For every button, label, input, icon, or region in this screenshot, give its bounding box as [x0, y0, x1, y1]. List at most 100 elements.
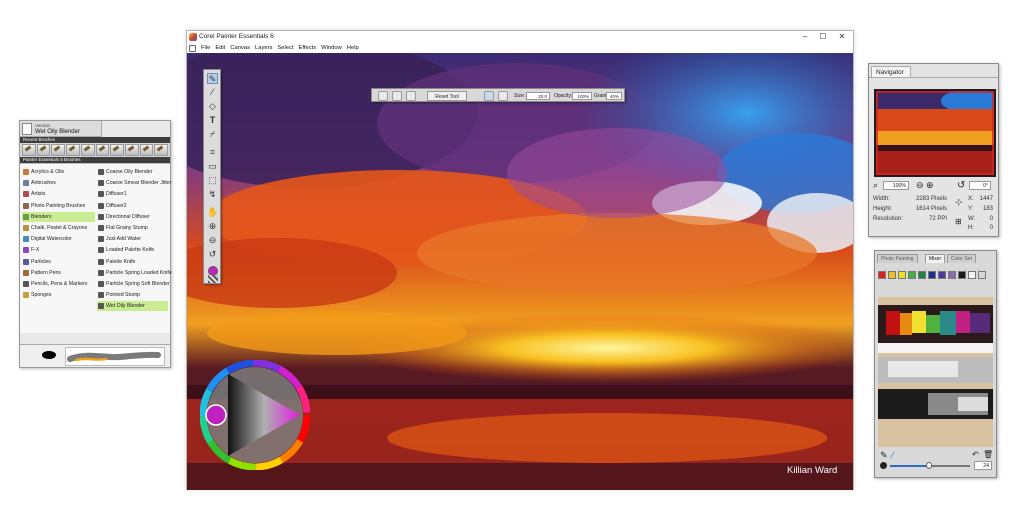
tab-color-set[interactable]: Color Set	[947, 254, 976, 263]
menu-layers[interactable]: Layers	[255, 45, 272, 51]
text-tool-icon[interactable]: T	[207, 115, 218, 126]
brush-variant-item[interactable]: Particle Spring Loaded Knife	[97, 268, 172, 278]
brush-category-item[interactable]: Pencils, Pens & Markers	[22, 279, 95, 289]
mixer-swatch[interactable]	[898, 271, 906, 279]
recent-brush-button[interactable]	[139, 144, 154, 156]
brush-variant-item[interactable]: Just Add Water	[97, 234, 168, 244]
undo-icon[interactable]	[392, 91, 402, 101]
transform-tool-icon[interactable]: ⬚	[207, 175, 218, 186]
brush-variant-item[interactable]: Wet Oily Blender	[97, 301, 168, 312]
menu-edit[interactable]: Edit	[215, 45, 225, 51]
zoom-field[interactable]: 100%	[883, 181, 909, 190]
dropper-tool-icon[interactable]: ⁄	[207, 87, 218, 98]
recent-brush-button[interactable]	[22, 144, 36, 156]
zoom-in-icon[interactable]: ⊕	[207, 221, 218, 232]
menu-select[interactable]: Select	[277, 45, 293, 51]
tab-mixer[interactable]: Mixer	[925, 254, 946, 263]
brush-category-item[interactable]: F-X	[22, 245, 95, 255]
minimize-button[interactable]: –	[797, 31, 813, 43]
brush-variant-item[interactable]: Directional Diffuser	[97, 212, 168, 222]
rotation-field[interactable]: 0°	[969, 181, 991, 190]
brush-mode-icon[interactable]	[484, 91, 494, 101]
mixer-swatch[interactable]	[948, 271, 956, 279]
menu-file[interactable]: File	[201, 45, 210, 51]
brush-menu-icon[interactable]	[189, 44, 196, 52]
brush-variant-item[interactable]: Diffuser1	[97, 189, 168, 199]
brush-category-item[interactable]: Pattern Pens	[22, 268, 95, 278]
brush-category-item[interactable]: Sponges	[22, 290, 95, 300]
mixer-pad[interactable]	[878, 297, 993, 447]
brush-variant-item[interactable]: Coarse Smear Blender Jitter	[97, 178, 171, 188]
recent-brush-button[interactable]	[80, 144, 95, 156]
recent-brush-button[interactable]	[154, 144, 169, 156]
rectangle-select-icon[interactable]: ▭	[207, 161, 218, 172]
tab-photo-painting[interactable]: Photo Painting	[877, 254, 918, 263]
navigator-tab[interactable]: Navigator	[871, 66, 911, 77]
crop-tool-icon[interactable]: ⌗	[207, 147, 218, 158]
recent-brush-button[interactable]	[36, 144, 51, 156]
brush-category-item[interactable]: Airbrushes	[22, 178, 95, 188]
brush-variant-item[interactable]: Particle Spring Soft Blender	[97, 279, 170, 289]
recent-brush-button[interactable]	[95, 144, 110, 156]
eraser-tool-icon[interactable]: ⌿	[207, 129, 218, 140]
recent-brush-button[interactable]	[124, 144, 139, 156]
menu-help[interactable]: Help	[347, 45, 359, 51]
brush-category-item[interactable]: Blenders	[22, 211, 95, 222]
rotate-page-icon[interactable]: ↺	[207, 249, 218, 260]
brush-category-item[interactable]: Particles	[22, 257, 95, 267]
close-button[interactable]: ✕	[834, 31, 850, 43]
mixer-swatch[interactable]	[928, 271, 936, 279]
brush-size-handle[interactable]	[926, 462, 932, 469]
mixer-swatch[interactable]	[878, 271, 886, 279]
menu-canvas[interactable]: Canvas	[230, 45, 250, 51]
mixer-swatch[interactable]	[978, 271, 986, 279]
grain-field[interactable]: 40%	[606, 92, 622, 100]
stroke-mode-icon[interactable]	[498, 91, 508, 101]
zoom-out-icon[interactable]: ⊖	[207, 235, 218, 246]
navigator-thumbnail[interactable]	[874, 89, 996, 177]
current-brush-header[interactable]: Version Wet Oily Blender	[20, 121, 102, 137]
smudge-tool-icon[interactable]: ↯	[207, 189, 218, 200]
maximize-button[interactable]: ☐	[815, 31, 831, 43]
mixer-swatch[interactable]	[908, 271, 916, 279]
mixer-swatch[interactable]	[968, 271, 976, 279]
recent-brush-button[interactable]	[66, 144, 80, 156]
brush-variant-item[interactable]: Pointed Stump	[97, 290, 168, 300]
brush-variant-item[interactable]: Flat Grainy Stump	[97, 223, 168, 233]
recent-brush-button[interactable]	[51, 144, 66, 156]
zoom-in-icon[interactable]: ⊕	[926, 180, 934, 191]
menu-window[interactable]: Window	[321, 45, 342, 51]
painting-canvas[interactable]: Reset Tool Size: 20.0 Opacity: 100% Grai…	[187, 53, 853, 490]
mixer-swatch[interactable]	[888, 271, 896, 279]
mixer-swatch[interactable]	[938, 271, 946, 279]
opacity-field[interactable]: 100%	[572, 92, 592, 100]
brush-category-item[interactable]: Photo Painting Brushes	[22, 201, 95, 211]
brush-variant-item[interactable]: Loaded Palette Knife	[97, 245, 168, 255]
temporal-color-wheel[interactable]	[199, 359, 311, 471]
rotate-icon[interactable]: ↺	[957, 180, 965, 191]
brush-tool-icon[interactable]: ✎	[207, 73, 218, 84]
menu-effects[interactable]: Effects	[299, 45, 317, 51]
zoom-magnifier-icon[interactable]: ⌕	[873, 180, 878, 191]
grabber-hand-icon[interactable]: ✋	[207, 207, 218, 218]
mixer-swatch[interactable]	[918, 271, 926, 279]
paint-bucket-icon[interactable]: ◇	[207, 101, 218, 112]
paper-texture-swatch[interactable]	[208, 275, 218, 283]
reset-tool-button[interactable]: Reset Tool	[427, 91, 467, 101]
redo-icon[interactable]	[406, 91, 416, 101]
dirty-brush-icon[interactable]: ✎	[880, 450, 888, 461]
brush-variant-item[interactable]: Coarse Oily Blender	[97, 167, 168, 177]
size-field[interactable]: 20.0	[526, 92, 550, 100]
brush-variant-item[interactable]: Palette Knife	[97, 257, 168, 267]
brush-category-item[interactable]: Chalk, Pastel & Crayons	[22, 223, 95, 233]
clear-pad-icon[interactable]: 🗑	[983, 450, 993, 459]
brush-category-item[interactable]: Artists	[22, 189, 95, 199]
brush-category-item[interactable]: Digital Watercolor	[22, 234, 95, 244]
zoom-out-icon[interactable]: ⊖	[916, 180, 924, 191]
brush-size-field[interactable]: 24	[974, 461, 992, 470]
recent-brush-button[interactable]	[110, 144, 124, 156]
brush-category-item[interactable]: Acrylics & Oils	[22, 167, 95, 177]
mixer-swatch[interactable]	[958, 271, 966, 279]
save-icon[interactable]	[378, 91, 388, 101]
brush-variant-item[interactable]: Diffuser2	[97, 201, 168, 211]
